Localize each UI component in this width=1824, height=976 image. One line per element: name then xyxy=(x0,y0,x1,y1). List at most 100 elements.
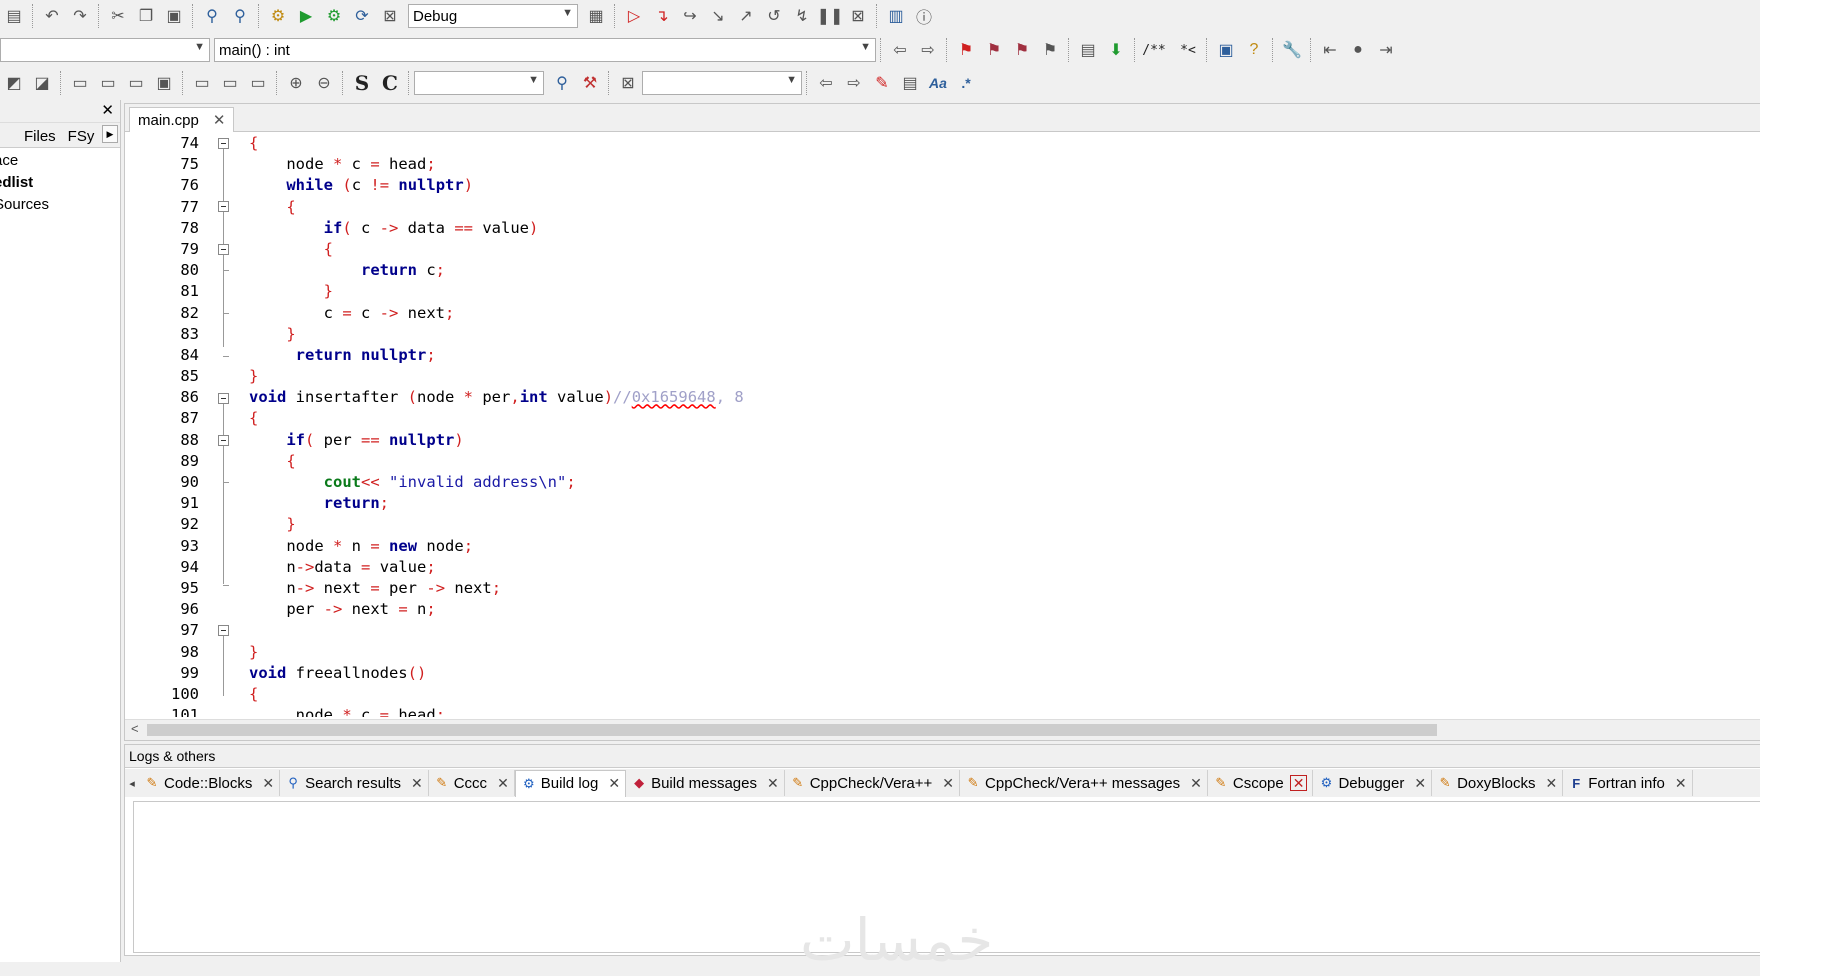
close-icon[interactable]: ✕ xyxy=(942,775,954,792)
clear-bookmarks-icon[interactable]: ⚑ xyxy=(1038,38,1062,62)
close-icon[interactable]: ✕ xyxy=(1190,775,1202,792)
search-go-icon[interactable]: ⚲ xyxy=(550,71,574,95)
scrollbar-thumb[interactable] xyxy=(147,724,1437,736)
close-icon[interactable]: ✕ xyxy=(767,775,779,792)
function-select[interactable]: main() : int ▼ xyxy=(214,38,876,62)
html-docs-icon[interactable]: ▣ xyxy=(1214,38,1238,62)
search-options-icon[interactable]: ⚒ xyxy=(578,71,602,95)
redo-icon[interactable]: ↷ xyxy=(68,4,92,28)
debug-info-icon[interactable]: ⓘ xyxy=(912,4,936,28)
tab-cppcheck-vera-messages[interactable]: ✎ CppCheck/Vera++ messages ✕ xyxy=(960,770,1208,796)
step-into-instruction-icon[interactable]: ↯ xyxy=(790,4,814,28)
code-area[interactable]: 74 75 76 77 78 79 80 81 82 83 84 85 86 8… xyxy=(125,133,1760,717)
next-instruction-icon[interactable]: ↺ xyxy=(762,4,786,28)
zoom-out-icon[interactable]: ⊖ xyxy=(312,71,336,95)
nassi-edit-icon[interactable]: ◪ xyxy=(30,71,54,95)
fold-toggle-icon[interactable] xyxy=(218,625,229,636)
scope-select[interactable]: ▼ xyxy=(0,38,210,62)
find-icon[interactable]: ⚲ xyxy=(200,4,224,28)
tab-search-results[interactable]: ⚲ Search results ✕ xyxy=(280,770,429,796)
next-line-icon[interactable]: ↪ xyxy=(678,4,702,28)
fold-toggle-icon[interactable] xyxy=(218,201,229,212)
close-icon[interactable]: ✕ xyxy=(1675,775,1687,792)
tab-scroll-left-icon[interactable]: ◂ xyxy=(125,777,139,790)
dot-icon[interactable]: ● xyxy=(1346,38,1370,62)
tab-fortran-info[interactable]: F Fortran info ✕ xyxy=(1563,770,1693,796)
undo-icon[interactable]: ↶ xyxy=(40,4,64,28)
block-comment-button[interactable]: /** xyxy=(1142,38,1166,62)
match-case-button[interactable]: Aa xyxy=(926,71,950,95)
close-icon[interactable]: ✕ xyxy=(101,101,114,119)
run-to-cursor-icon[interactable]: ↴ xyxy=(650,4,674,28)
tab-main-cpp[interactable]: main.cpp ✕ xyxy=(129,107,235,132)
wrench-icon[interactable]: 🔧 xyxy=(1280,38,1304,62)
tab-fsymbols[interactable]: FSy xyxy=(62,126,101,147)
clear-search-icon[interactable]: ⊠ xyxy=(616,71,640,95)
switch-block-icon[interactable]: ▣ xyxy=(152,71,176,95)
zoom-in-icon[interactable]: ⊕ xyxy=(284,71,308,95)
close-icon[interactable]: ✕ xyxy=(1545,775,1557,792)
abort-icon[interactable]: ⊠ xyxy=(378,4,402,28)
tab-cppcheck-vera[interactable]: ✎ CppCheck/Vera++ ✕ xyxy=(785,770,961,796)
tab-scroll-right-icon[interactable]: ▶ xyxy=(102,125,118,143)
previous-bookmark-icon[interactable]: ⚑ xyxy=(982,38,1006,62)
return-block-icon[interactable]: ▭ xyxy=(246,71,270,95)
build-target-select[interactable]: Debug ▼ xyxy=(408,4,578,28)
instruction-icon[interactable]: ▭ xyxy=(68,71,92,95)
s-button[interactable]: S xyxy=(350,71,374,95)
close-icon[interactable]: ✕ xyxy=(608,775,620,792)
tab-build-messages[interactable]: ◆ Build messages ✕ xyxy=(626,770,785,796)
debug-windows-icon[interactable]: ▥ xyxy=(884,4,908,28)
replace-combo[interactable]: ▼ xyxy=(642,71,802,95)
fold-toggle-icon[interactable] xyxy=(218,244,229,255)
close-icon[interactable]: ✕ xyxy=(497,775,509,792)
help-icon[interactable]: ? xyxy=(1242,38,1266,62)
next-change-icon[interactable]: ⇥ xyxy=(1374,38,1398,62)
fold-toggle-icon[interactable] xyxy=(218,138,229,149)
tree-item-sources[interactable]: Sources xyxy=(0,194,120,216)
find-previous-icon[interactable]: ⇦ xyxy=(814,71,838,95)
close-icon[interactable]: ✕ xyxy=(1414,775,1426,792)
paste-icon[interactable]: ▣ xyxy=(162,4,186,28)
close-icon[interactable]: ✕ xyxy=(1289,775,1308,791)
highlight-icon[interactable]: ✎ xyxy=(870,71,894,95)
horizontal-scrollbar[interactable]: < xyxy=(125,719,1760,740)
tree-item-project[interactable]: edlist xyxy=(0,172,120,194)
if-block-icon[interactable]: ▭ xyxy=(96,71,120,95)
tab-build-log[interactable]: ⚙ Build log ✕ xyxy=(514,769,627,797)
run-icon[interactable]: ▶ xyxy=(294,4,318,28)
next-bookmark-icon[interactable]: ⚑ xyxy=(1010,38,1034,62)
copy-icon[interactable]: ❐ xyxy=(134,4,158,28)
tab-codeblocks-log[interactable]: ✎ Code::Blocks ✕ xyxy=(139,770,281,796)
extract-docs-icon[interactable]: ⬇ xyxy=(1104,38,1128,62)
break-block-icon[interactable]: ▭ xyxy=(190,71,214,95)
fold-toggle-icon[interactable] xyxy=(218,435,229,446)
tab-cscope[interactable]: ✎ Cscope ✕ xyxy=(1208,770,1314,796)
code-text[interactable]: { node * c = head; while (c != nullptr) … xyxy=(249,133,1760,717)
debug-icon[interactable]: ▷ xyxy=(622,4,646,28)
step-into-icon[interactable]: ↘ xyxy=(706,4,730,28)
c-button[interactable]: C xyxy=(378,71,402,95)
close-icon[interactable]: ✕ xyxy=(213,111,226,129)
fold-toggle-icon[interactable] xyxy=(218,393,229,404)
toggle-bookmark-icon[interactable]: ⚑ xyxy=(954,38,978,62)
previous-change-icon[interactable]: ⇤ xyxy=(1318,38,1342,62)
regex-button[interactable]: .* xyxy=(954,71,978,95)
jump-forward-icon[interactable]: ⇨ xyxy=(916,38,940,62)
search-combo[interactable]: ▼ xyxy=(414,71,544,95)
jump-back-icon[interactable]: ⇦ xyxy=(888,38,912,62)
rebuild-icon[interactable]: ⟳ xyxy=(350,4,374,28)
tab-files[interactable]: Files xyxy=(18,126,62,147)
find-next-icon[interactable]: ⇨ xyxy=(842,71,866,95)
step-out-icon[interactable]: ↗ xyxy=(734,4,758,28)
selected-text-icon[interactable]: ▤ xyxy=(898,71,922,95)
target-options-icon[interactable]: ▦ xyxy=(584,4,608,28)
tree-item-workspace[interactable]: ace xyxy=(0,150,120,172)
break-debugger-icon[interactable]: ❚❚ xyxy=(817,4,844,28)
close-icon[interactable]: ✕ xyxy=(262,775,274,792)
line-comment-button[interactable]: *< xyxy=(1176,38,1200,62)
tab-cccc[interactable]: ✎ Cccc ✕ xyxy=(429,770,515,796)
scroll-left-icon[interactable]: < xyxy=(131,721,139,736)
replace-icon[interactable]: ⚲ xyxy=(228,4,252,28)
tab-doxyblocks[interactable]: ✎ DoxyBlocks ✕ xyxy=(1432,770,1564,796)
